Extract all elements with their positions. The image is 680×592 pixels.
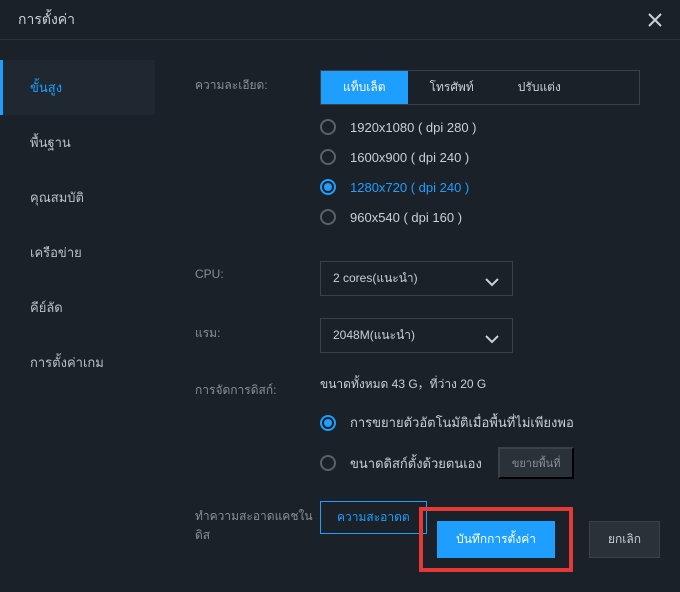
- sidebar: ขั้นสูง พื้นฐาน คุณสมบัติ เครือข่าย คีย์…: [0, 40, 155, 592]
- ram-select[interactable]: 2048M(แนะนำ): [320, 318, 513, 353]
- resolution-option-960[interactable]: 960x540 ( dpi 160 ): [320, 209, 640, 225]
- disk-info: ขนาดทั้งหมด 43 G，ที่ว่าง 20 G: [320, 375, 640, 394]
- cache-label: ทำความสะอาดแคชในดิส: [195, 501, 320, 545]
- radio-label: การขยายตัวอัตโนมัติเมื่อพื้นที่ไม่เพียงพ…: [350, 412, 574, 433]
- disk-label: การจัดการดิสก์:: [195, 375, 320, 400]
- chevron-down-icon: [484, 331, 500, 341]
- extend-space-button[interactable]: ขยายพื้นที่: [498, 447, 575, 479]
- radio-icon: [320, 179, 336, 195]
- save-button[interactable]: บันทึกการตั้งค่า: [437, 521, 555, 558]
- sidebar-item-advanced[interactable]: ขั้นสูง: [0, 60, 155, 115]
- resolution-tabs: แท็บเล็ต โทรศัพท์ ปรับแต่ง: [320, 70, 640, 105]
- resolution-radio-list: 1920x1080 ( dpi 280 ) 1600x900 ( dpi 240…: [320, 119, 640, 225]
- radio-label: 960x540 ( dpi 160 ): [350, 210, 462, 225]
- radio-icon: [320, 149, 336, 165]
- chevron-down-icon: [484, 274, 500, 284]
- radio-label: 1600x900 ( dpi 240 ): [350, 150, 469, 165]
- resolution-option-1920[interactable]: 1920x1080 ( dpi 280 ): [320, 119, 640, 135]
- sidebar-item-properties[interactable]: คุณสมบัติ: [0, 170, 155, 225]
- ram-value: 2048M(แนะนำ): [333, 326, 415, 345]
- clean-cache-button[interactable]: ความสะอาดต: [320, 501, 427, 534]
- tab-custom[interactable]: ปรับแต่ง: [496, 71, 583, 104]
- tab-tablet[interactable]: แท็บเล็ต: [321, 71, 408, 104]
- resolution-label: ความละเอียด:: [195, 70, 320, 95]
- footer-buttons: บันทึกการตั้งค่า ยกเลิก: [419, 507, 660, 572]
- tab-phone[interactable]: โทรศัพท์: [408, 71, 496, 104]
- highlight-box: บันทึกการตั้งค่า: [419, 507, 573, 572]
- cpu-label: CPU:: [195, 261, 320, 281]
- resolution-option-1600[interactable]: 1600x900 ( dpi 240 ): [320, 149, 640, 165]
- radio-label: 1280x720 ( dpi 240 ): [350, 180, 469, 195]
- disk-option-manual[interactable]: ขนาดดิสก์ตั้งด้วยตนเอง: [320, 453, 482, 474]
- sidebar-item-game-settings[interactable]: การตั้งค่าเกม: [0, 335, 155, 390]
- radio-icon: [320, 415, 336, 431]
- close-icon[interactable]: [648, 13, 662, 27]
- radio-label: 1920x1080 ( dpi 280 ): [350, 120, 476, 135]
- radio-icon: [320, 455, 336, 471]
- radio-label: ขนาดดิสก์ตั้งด้วยตนเอง: [350, 453, 482, 474]
- sidebar-item-basic[interactable]: พื้นฐาน: [0, 115, 155, 170]
- cpu-value: 2 cores(แนะนำ): [333, 269, 418, 288]
- sidebar-item-network[interactable]: เครือข่าย: [0, 225, 155, 280]
- radio-icon: [320, 209, 336, 225]
- sidebar-item-shortcuts[interactable]: คีย์ลัด: [0, 280, 155, 335]
- window-title: การตั้งค่า: [18, 9, 75, 31]
- ram-label: แรม:: [195, 318, 320, 343]
- cancel-button[interactable]: ยกเลิก: [589, 521, 660, 558]
- cpu-select[interactable]: 2 cores(แนะนำ): [320, 261, 513, 296]
- disk-option-auto[interactable]: การขยายตัวอัตโนมัติเมื่อพื้นที่ไม่เพียงพ…: [320, 412, 640, 433]
- radio-icon: [320, 119, 336, 135]
- resolution-option-1280[interactable]: 1280x720 ( dpi 240 ): [320, 179, 640, 195]
